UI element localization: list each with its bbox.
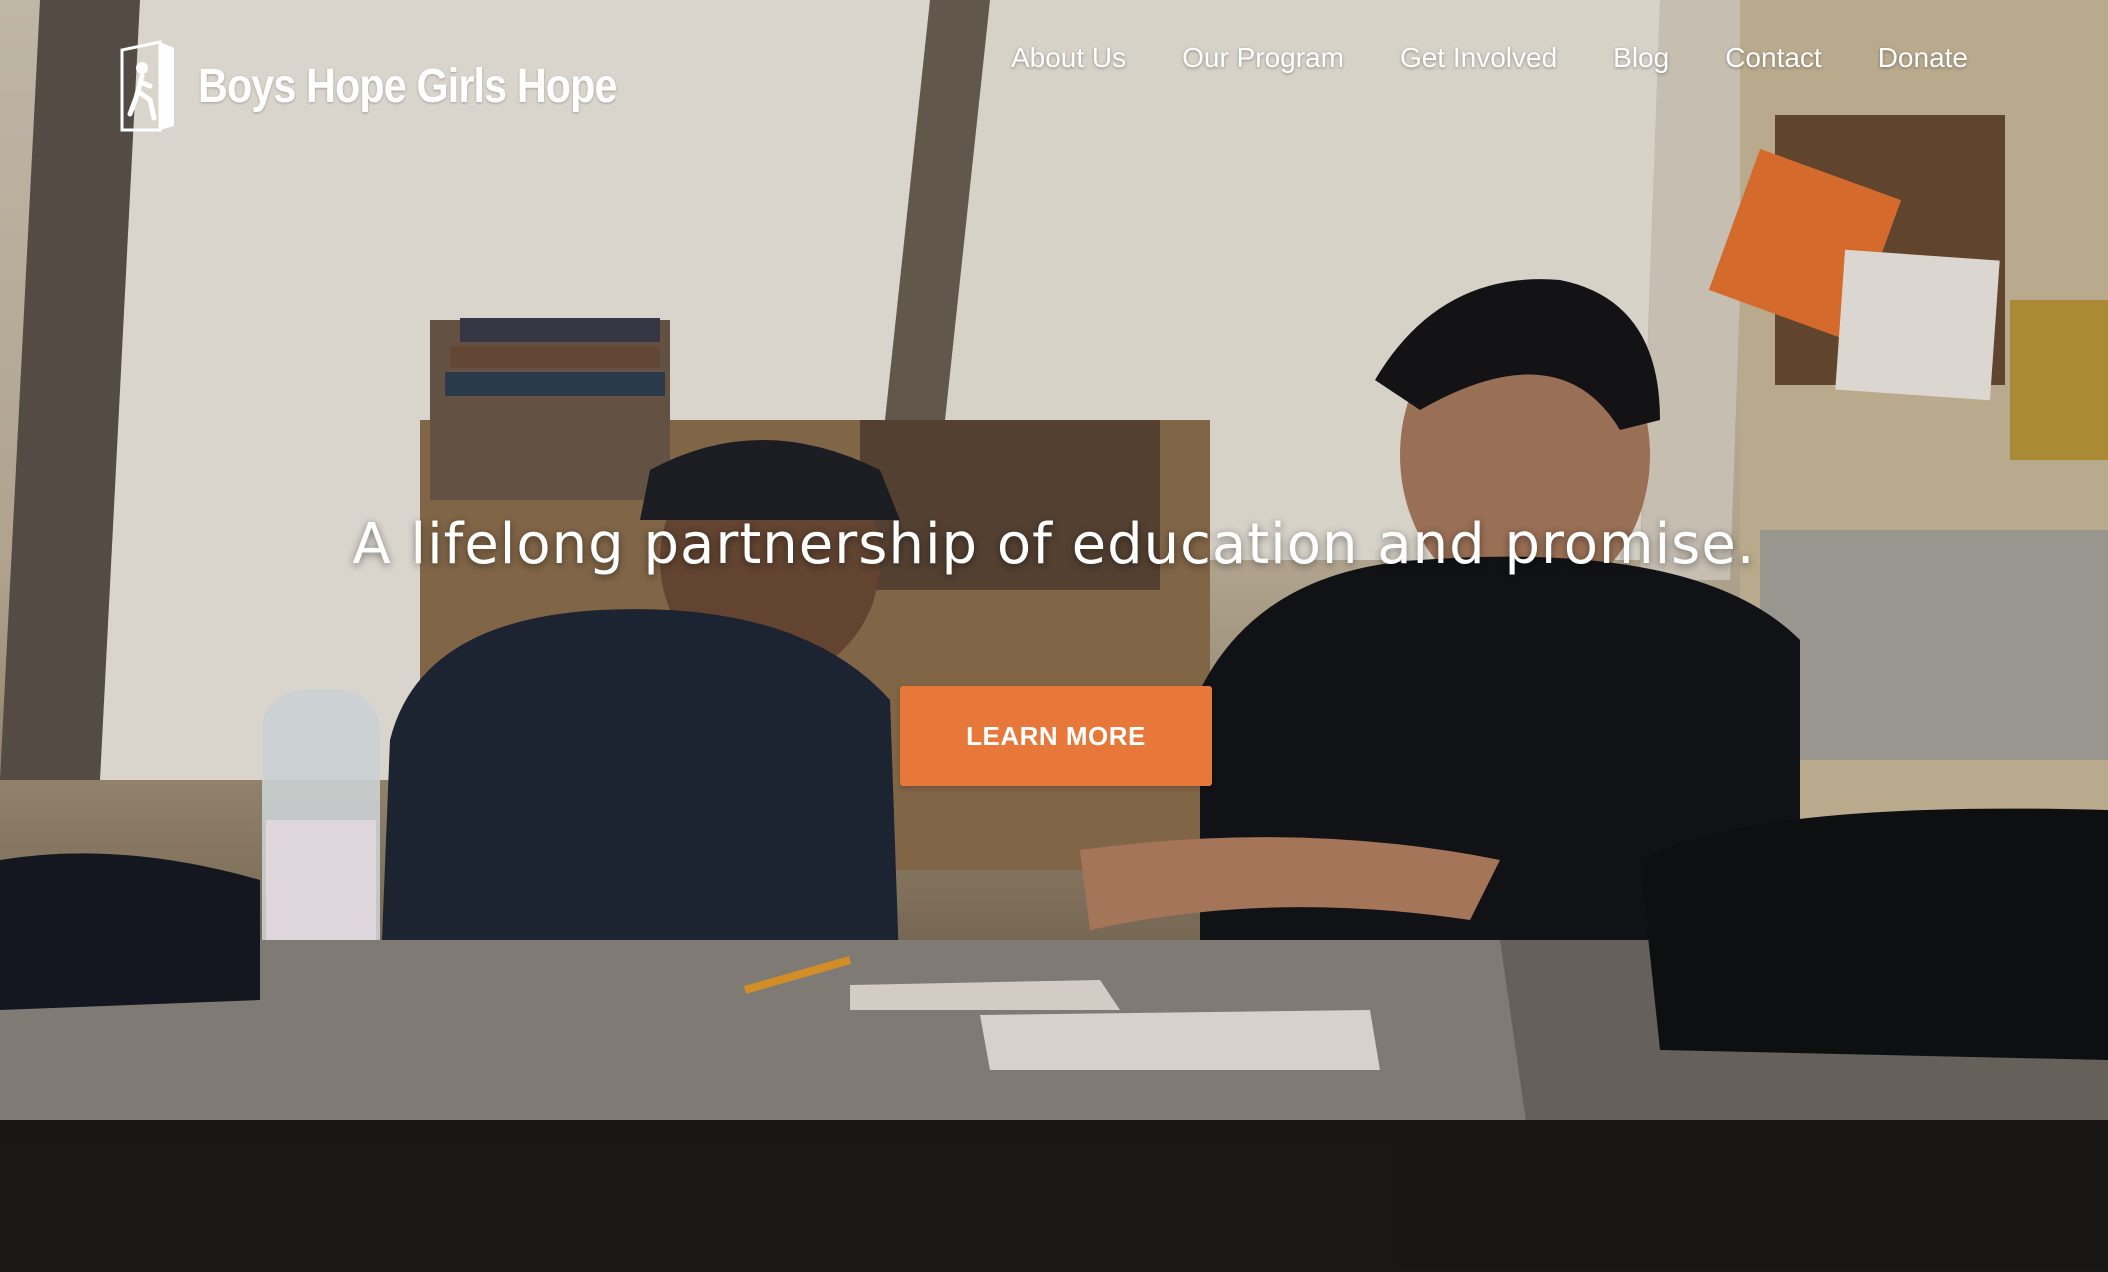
main-nav: About Us Our Program Get Involved Blog C… [955, 42, 1968, 74]
hero-overlay [0, 0, 2108, 1272]
site-logo[interactable]: Boys Hope Girls Hope [120, 40, 685, 132]
nav-item-blog[interactable]: Blog [1613, 42, 1669, 74]
nav-item-about-us[interactable]: About Us [1011, 42, 1126, 74]
learn-more-button[interactable]: LEARN MORE [900, 686, 1212, 786]
brand-name: Boys Hope Girls Hope [198, 59, 617, 113]
door-figure-icon [120, 40, 174, 132]
hero-tagline: A lifelong partnership of education and … [352, 512, 1756, 577]
nav-item-contact[interactable]: Contact [1725, 42, 1822, 74]
nav-item-donate[interactable]: Donate [1878, 42, 1968, 74]
nav-item-get-involved[interactable]: Get Involved [1400, 42, 1557, 74]
nav-item-our-program[interactable]: Our Program [1182, 42, 1344, 74]
hero-background-image [0, 0, 2108, 1272]
